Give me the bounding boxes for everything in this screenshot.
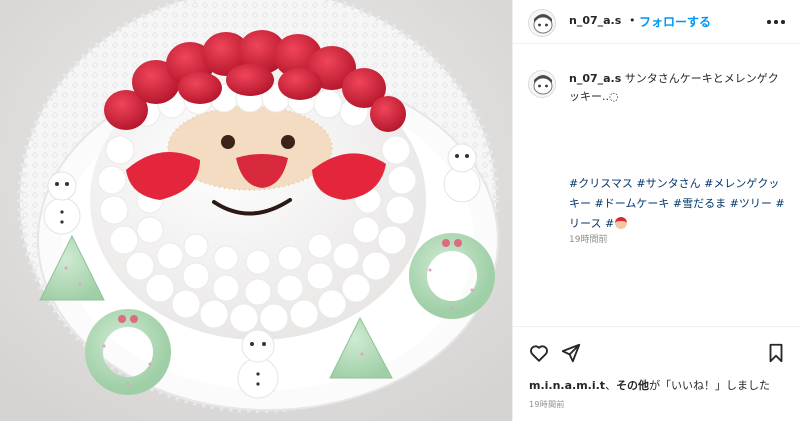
likes-summary: m.i.n.a.m.i.t、その他が「いいね！」しました xyxy=(529,377,770,393)
caption-username[interactable]: n_07_a.s xyxy=(569,72,621,85)
post-header: n_07_a.s • フォローする xyxy=(513,0,800,44)
hashtag[interactable]: #クリスマス xyxy=(569,177,636,190)
bookmark-icon[interactable] xyxy=(765,342,787,364)
follow-button[interactable]: フォローする xyxy=(639,13,711,30)
more-horizontal-icon[interactable] xyxy=(767,20,785,24)
post-timestamp[interactable]: 19時間前 xyxy=(529,399,565,410)
hashtag[interactable]: #ドームケーキ xyxy=(595,197,673,210)
likes-suffix: が「いいね！」しました xyxy=(649,379,771,392)
post-photo[interactable] xyxy=(0,0,512,421)
hashtag[interactable]: #ツリー xyxy=(730,197,776,210)
hashtag[interactable]: #雪だるま xyxy=(673,197,730,210)
post-sidebar: n_07_a.s • フォローする n_07_a.s サンタさんケーキとメレンゲ… xyxy=(512,0,800,421)
action-bar: m.i.n.a.m.i.t、その他が「いいね！」しました 19時間前 xyxy=(513,326,800,421)
author-username[interactable]: n_07_a.s xyxy=(569,14,621,27)
hashtag[interactable]: #サンタさん xyxy=(636,177,704,190)
hashtag-list: #クリスマス #サンタさん #メレンゲクッキー #ドームケーキ #雪だるま #ツ… xyxy=(569,174,789,234)
header-separator: • xyxy=(629,14,636,27)
hashtag[interactable]: # xyxy=(605,217,614,230)
caption-avatar[interactable] xyxy=(528,70,556,98)
caption-time[interactable]: 19時間前 xyxy=(569,232,607,245)
likes-separator: 、 xyxy=(605,379,617,392)
heart-icon[interactable] xyxy=(528,342,550,364)
paper-plane-icon[interactable] xyxy=(560,342,582,364)
santa-cake-photo xyxy=(0,0,512,421)
caption-text: n_07_a.s サンタさんケーキとメレンゲクッキー..◌ xyxy=(569,70,787,106)
likes-others-link[interactable]: その他 xyxy=(616,379,649,392)
liker-username[interactable]: m.i.n.a.m.i.t xyxy=(529,379,605,392)
author-avatar[interactable] xyxy=(528,9,556,37)
santa-face-emoji xyxy=(615,217,628,229)
